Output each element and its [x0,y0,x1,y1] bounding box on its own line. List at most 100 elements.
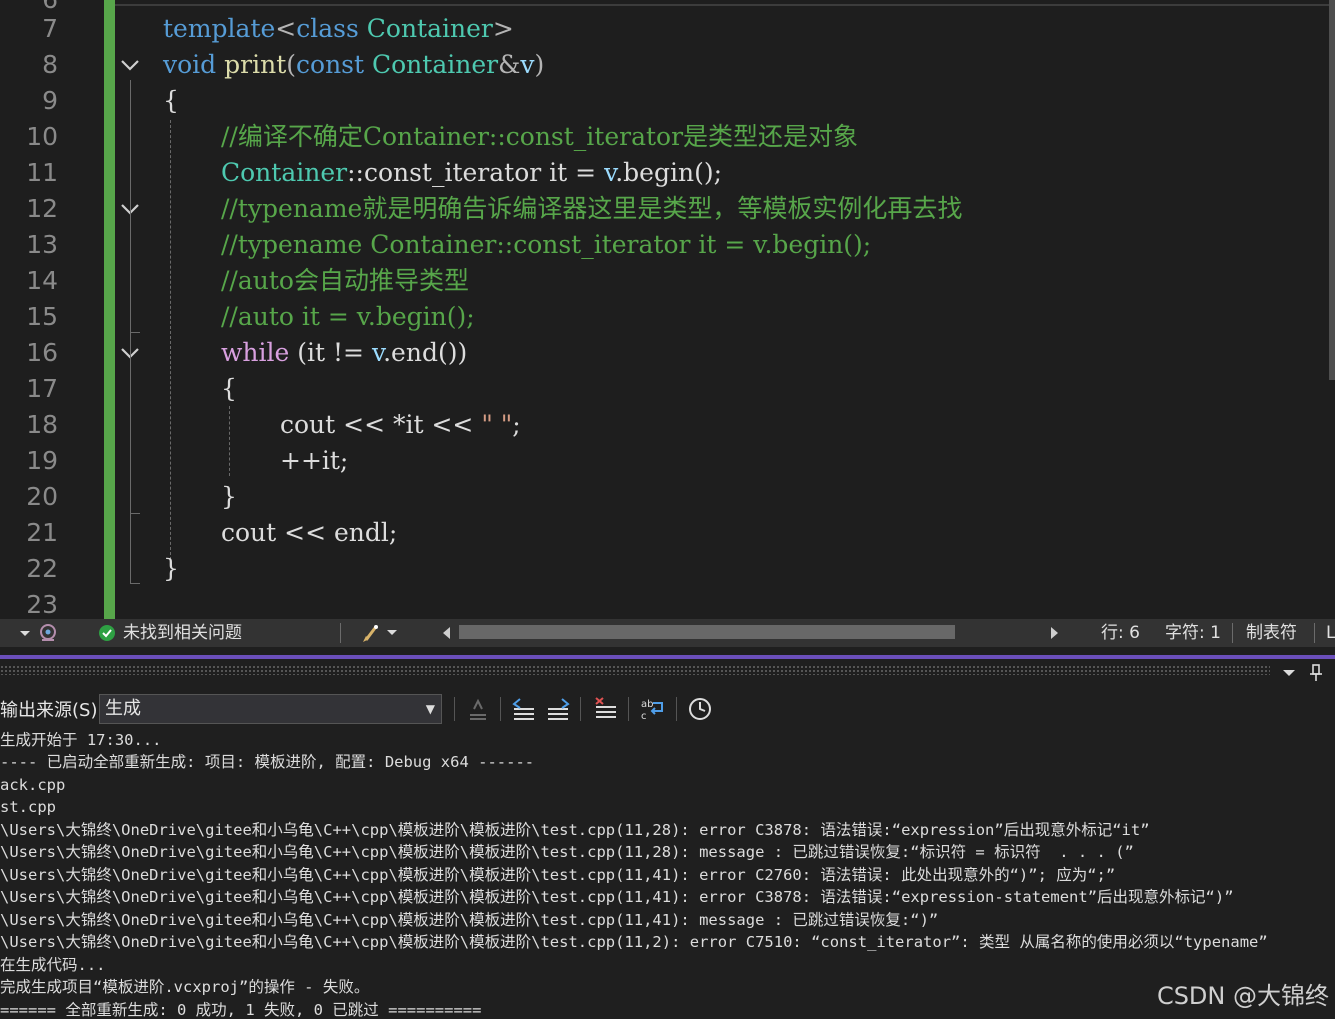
indent-guide [170,120,171,560]
dropdown-arrow-icon[interactable] [18,627,32,639]
log-line: ack.cpp [0,776,66,794]
char-indicator[interactable]: 字符: 1 [1165,619,1221,647]
editor-status-bar: 未找到相关问题 行: 6 字符: 1 制表符 L [0,619,1335,647]
code-line-7: template<class Container> [163,11,514,47]
code-token: .end()) [383,338,468,367]
code-line-18: cout << *it << " "; [280,407,521,443]
code-comment: //auto会自动推导类型 [221,266,469,295]
code-token: void [163,50,217,79]
code-token: Container [358,14,493,43]
code-token: ) [534,50,545,79]
issues-status[interactable]: 未找到相关问题 [123,619,242,647]
line-number: 21 [26,518,58,547]
code-comment: //typename就是明确告诉编译器这里是类型，等模板实例化再去找 [221,194,963,223]
tabs-indicator[interactable]: 制表符 [1246,619,1297,647]
scroll-right-icon[interactable] [1049,625,1061,641]
outline-guide [130,583,140,584]
line-number: 18 [26,410,58,439]
code-token: cout << *it << [280,410,482,439]
code-editor[interactable]: 6 7 8 9 10 11 12 13 14 15 16 17 18 19 20… [0,0,1335,619]
log-line: 在生成代码... [0,956,106,974]
divider [676,697,677,721]
log-line: ====== 全部重新生成: 0 成功, 1 失败, 0 已跳过 =======… [0,1001,482,1019]
code-token: it = [541,158,605,187]
log-line: \Users\大锦终\OneDrive\gitee和小乌龟\C++\cpp\模板… [0,911,939,929]
log-line: \Users\大锦终\OneDrive\gitee和小乌龟\C++\cpp\模板… [0,888,1234,906]
vertical-scrollbar-thumb[interactable] [1329,0,1335,380]
log-line: \Users\大锦终\OneDrive\gitee和小乌龟\C++\cpp\模板… [0,843,1134,861]
outline-guide [130,513,140,514]
log-line: \Users\大锦终\OneDrive\gitee和小乌龟\C++\cpp\模板… [0,866,1116,884]
find-message-icon[interactable] [464,695,492,723]
divider [340,623,341,643]
line-ending-indicator[interactable]: L [1326,619,1335,647]
code-line-9: { [163,86,179,115]
output-log[interactable]: 生成开始于 17:30... ---- 已启动全部重新生成: 项目: 模板进阶,… [0,729,1335,1019]
chevron-down-icon[interactable] [119,55,141,75]
code-token: template [163,14,276,43]
code-token: (it != [289,338,372,367]
svg-text:ab: ab [641,699,653,710]
log-line: st.cpp [0,798,56,816]
horizontal-scrollbar-thumb[interactable] [459,625,955,639]
clock-icon[interactable] [686,695,714,723]
panel-grip[interactable] [0,665,1270,675]
indent-guide [229,406,230,476]
line-number: 11 [26,158,58,187]
code-line-17: { [221,374,237,403]
divider [628,697,629,721]
dropdown-arrow-icon[interactable] [1282,667,1296,679]
code-line-19: ++it; [280,446,349,475]
divider [454,697,455,721]
output-panel: 输出来源(S): 生成 ▼ ab c 生成开始于 17:30... ---- 已… [0,659,1335,1019]
code-token: const [296,50,365,79]
log-line: ---- 已启动全部重新生成: 项目: 模板进阶, 配置: Debug x64 … [0,753,535,771]
code-token: ; [512,410,521,439]
code-token: " " [481,410,513,439]
cleanup-brush-icon[interactable] [360,622,382,644]
code-token: class [296,14,359,43]
line-indicator[interactable]: 行: 6 [1101,619,1140,647]
svg-text:c: c [641,711,647,722]
editor-top-border [115,4,1329,6]
code-comment: //typename Container::const_iterator it … [221,230,872,259]
code-token: Container [372,50,499,79]
chevron-down-icon: ▼ [425,702,435,716]
code-token: Container [221,158,348,187]
copilot-icon[interactable] [38,622,58,644]
divider [580,697,581,721]
word-wrap-icon[interactable]: ab c [638,695,666,723]
previous-message-icon[interactable] [510,695,538,723]
line-number: 7 [42,14,58,43]
check-circle-icon [99,625,115,641]
source-dropdown[interactable]: 生成 ▼ [99,694,442,724]
line-number: 20 [26,482,58,511]
code-token: < [275,14,297,43]
log-line: \Users\大锦终\OneDrive\gitee和小乌龟\C++\cpp\模板… [0,821,1150,839]
dropdown-arrow-icon[interactable] [386,627,398,639]
line-number: 12 [26,194,58,223]
change-tracking-bar [104,0,115,619]
log-line: 完成生成项目“模板进阶.vcxproj”的操作 - 失败。 [0,978,370,996]
line-number: 10 [26,122,58,151]
line-number: 8 [42,50,58,79]
code-token: & [498,50,521,79]
outline-guide [130,224,131,332]
code-token: v [520,50,535,79]
source-value: 生成 [105,698,141,719]
next-message-icon[interactable] [544,695,572,723]
divider [500,697,501,721]
horizontal-scrollbar[interactable] [459,625,1049,639]
log-line: 生成开始于 17:30... [0,731,162,749]
scroll-left-icon[interactable] [440,625,452,641]
watermark: CSDN @大锦终 [1156,982,1329,1010]
outline-guide [130,368,131,513]
code-token: .begin(); [615,158,723,187]
clear-all-icon[interactable] [592,695,620,723]
code-line-21: cout << endl; [221,518,398,547]
line-number: 14 [26,266,58,295]
code-token: v [604,158,616,187]
pin-icon[interactable] [1308,663,1324,683]
code-token: > [492,14,514,43]
line-number: 22 [26,554,58,583]
